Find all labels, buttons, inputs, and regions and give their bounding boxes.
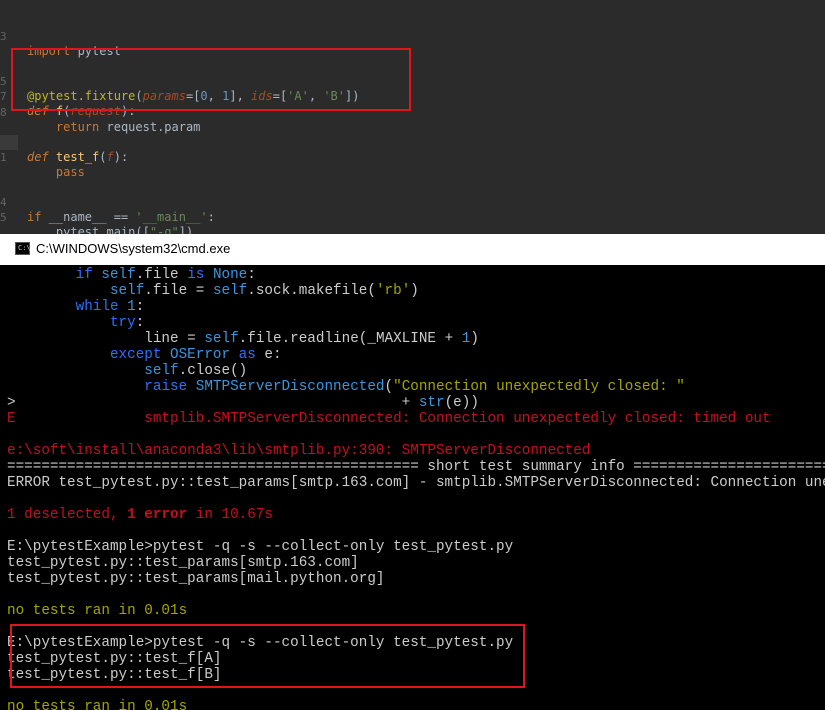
editor-line: 5 pytest.main(["-q"])	[0, 195, 193, 234]
console-line: no tests ran in 0.01s	[7, 603, 188, 619]
console-line: test_pytest.py::test_params[mail.python.…	[7, 571, 385, 587]
console-line: try:	[7, 315, 145, 331]
code-text: pass	[55, 165, 85, 179]
editor-line: 0 def test_f(f):	[0, 120, 128, 164]
console-line: raise SMTPServerDisconnected("Connection…	[144, 379, 685, 395]
console-line: if self.file is None:	[7, 267, 256, 283]
console-line: self.file = self.sock.makefile('rb')	[109, 283, 419, 299]
highlight-box-collect-output	[10, 624, 525, 688]
line-number: 3	[0, 30, 7, 43]
console-line: e:\soft\install\anaconda3\lib\smtplib.py…	[7, 443, 591, 459]
console-line: while 1:	[7, 299, 145, 315]
line-number: 8	[0, 106, 7, 119]
code-editor[interactable]: 3 import pytest 5 @pytest.fixture(params…	[0, 0, 825, 234]
console-line: ERROR test_pytest.py::test_params[smtp.1…	[7, 475, 825, 491]
code-text: return request.param	[55, 120, 201, 134]
highlight-box-fixture	[11, 48, 411, 111]
code-text: if __name__ == '__main__':	[27, 210, 215, 224]
console-line: except OSError as e:	[7, 347, 282, 363]
console-line: test_pytest.py::test_params[smtp.163.com…	[7, 555, 359, 571]
line-number: 1	[0, 151, 7, 164]
console-output[interactable]: if self.file is None: self.file = self.s…	[0, 265, 825, 710]
console-line: E smtplib.SMTPServerDisconnected: Connec…	[7, 411, 771, 427]
console-line: ========================================…	[7, 459, 825, 475]
editor-line: 4 if __name__ == '__main__':	[0, 180, 215, 224]
console-line: 1 deselected, 1 error in 10.67s	[7, 507, 273, 523]
cmd-console-icon: C:\	[15, 242, 31, 255]
console-line: E:\pytestExample>pytest -q -s --collect-…	[7, 539, 514, 555]
editor-line: 1 pass	[0, 135, 85, 179]
console-line: no tests ran in 0.01s	[7, 699, 188, 710]
code-text: pytest.main(["-q"])	[27, 225, 194, 234]
console-line: self.close()	[144, 363, 248, 379]
code-text: def test_f(f):	[27, 150, 129, 164]
window-title: C:\WINDOWS\system32\cmd.exe	[36, 241, 231, 256]
line-number: 5	[0, 211, 7, 224]
console-line: line = self.file.readline(_MAXLINE + 1)	[7, 331, 479, 347]
editor-line: 3 import pytest	[0, 14, 121, 58]
console-line: > + str(e))	[7, 395, 479, 411]
